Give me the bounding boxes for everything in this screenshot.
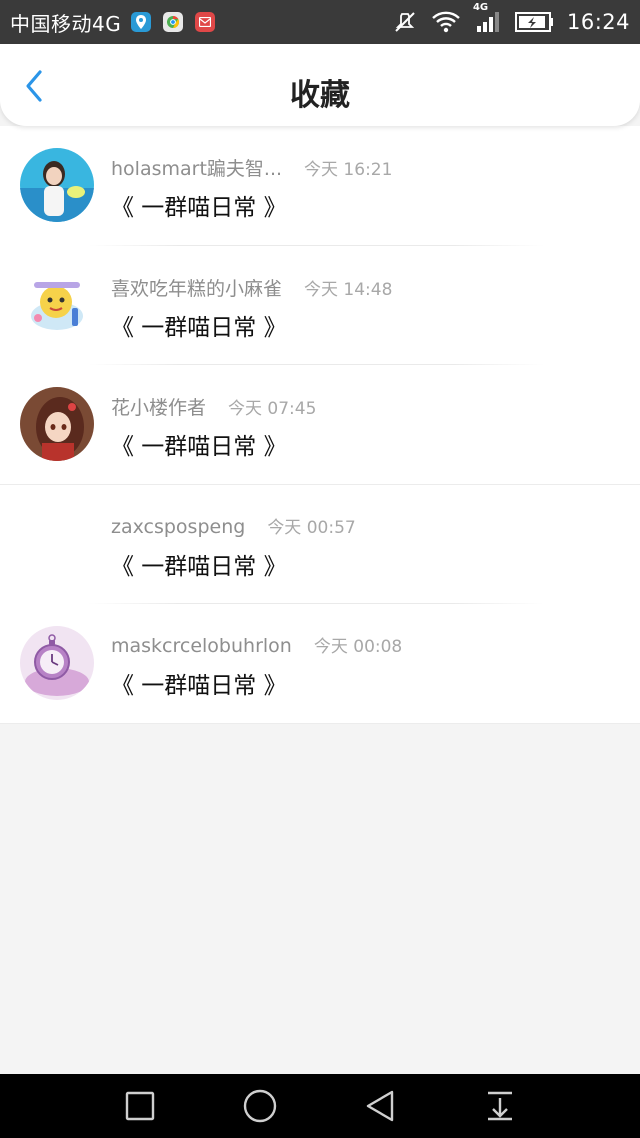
mute-icon (393, 10, 417, 34)
circle-icon (243, 1089, 277, 1123)
page-title: 收藏 (290, 78, 350, 113)
carrier-label: 中国移动4G (10, 11, 122, 36)
list-item[interactable]: 花小楼作者 今天 07:45 《 一群喵日常 》 (0, 365, 640, 485)
pull-down-icon (488, 1091, 512, 1121)
notification-pull-button[interactable] (480, 1086, 520, 1126)
mail-app-icon (195, 12, 216, 32)
username[interactable]: 花小楼作者 (111, 393, 206, 420)
system-back-button[interactable] (360, 1086, 400, 1126)
list-item[interactable]: zaxcspospeng 今天 00:57 《 一群喵日常 》 (0, 485, 640, 604)
list-item[interactable]: 喜欢吃年糕的小麻雀 今天 14:48 《 一群喵日常 》 (0, 246, 640, 365)
username[interactable]: maskcrcelobuhrlon (111, 635, 292, 657)
avatar[interactable] (20, 506, 94, 581)
timestamp: 今天 00:57 (267, 517, 356, 538)
network-type-label: 4G (472, 2, 489, 13)
recent-apps-button[interactable] (120, 1086, 160, 1126)
triangle-back-icon (366, 1090, 394, 1122)
header: 收藏 (0, 44, 640, 126)
favorites-list: holasmart蹁夫智... 今天 16:21 《 一群喵日常 》 喜欢吃年糕… (0, 126, 640, 724)
timestamp: 今天 00:08 (313, 637, 403, 657)
username[interactable]: 喜欢吃年糕的小麻雀 (111, 274, 282, 301)
square-icon (125, 1091, 155, 1121)
avatar[interactable] (20, 148, 94, 222)
clock: 16:24 (566, 10, 630, 34)
cellular-signal-icon: 4G (473, 2, 501, 34)
username[interactable]: holasmart蹁夫智... (111, 154, 282, 181)
browser-app-icon (163, 12, 184, 32)
list-item[interactable]: maskcrcelobuhrlon 今天 00:08 《 一群喵日常 》 (0, 604, 640, 724)
item-title[interactable]: 《 一群喵日常 》 (111, 666, 287, 700)
item-title[interactable]: 《 一群喵日常 》 (111, 427, 287, 461)
home-button[interactable] (240, 1086, 280, 1126)
wifi-icon (431, 10, 461, 34)
avatar[interactable] (20, 267, 94, 342)
username[interactable]: zaxcspospeng (111, 516, 245, 538)
system-nav-bar (0, 1074, 640, 1138)
map-app-icon (131, 12, 152, 32)
timestamp: 今天 14:48 (304, 279, 393, 300)
avatar[interactable] (20, 387, 94, 461)
item-title[interactable]: 《 一群喵日常 》 (111, 547, 287, 581)
list-item[interactable]: holasmart蹁夫智... 今天 16:21 《 一群喵日常 》 (0, 126, 640, 246)
timestamp: 今天 16:21 (304, 160, 393, 180)
avatar[interactable] (20, 626, 94, 700)
item-title[interactable]: 《 一群喵日常 》 (111, 308, 287, 342)
divider (0, 722, 640, 724)
battery-charging-icon (514, 11, 555, 33)
item-title[interactable]: 《 一群喵日常 》 (111, 188, 287, 222)
timestamp: 今天 07:45 (228, 399, 317, 419)
status-bar: 中国移动4G 4G 16:24 (0, 0, 640, 44)
